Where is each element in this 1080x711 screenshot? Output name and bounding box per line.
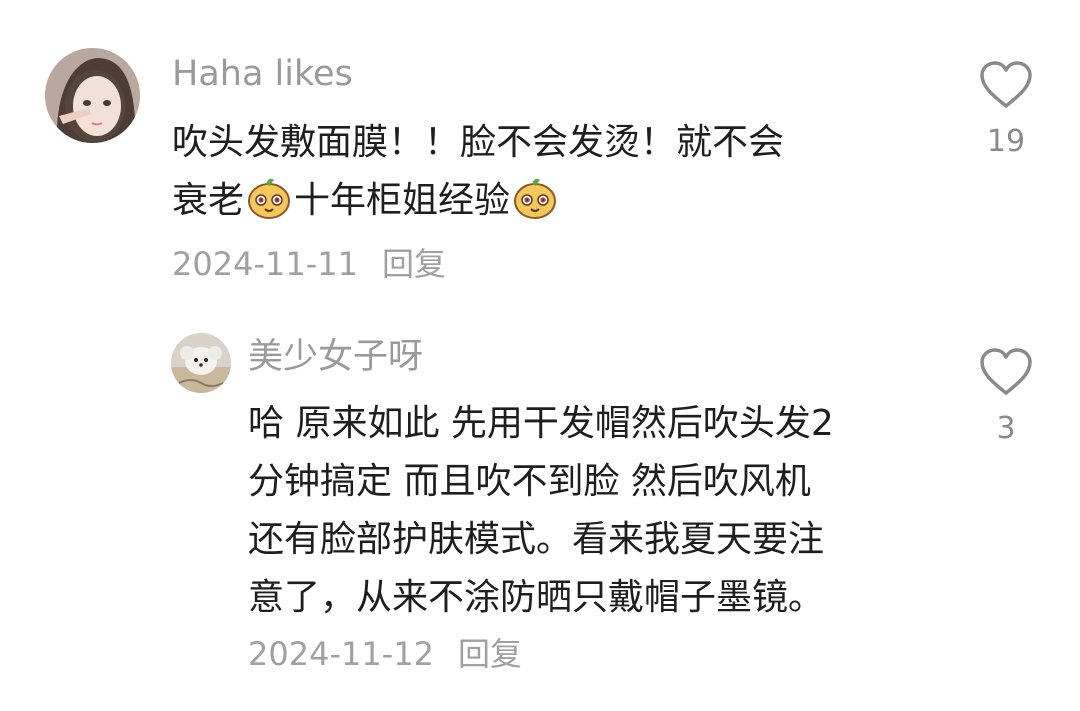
comment-date: 2024-11-11 [172, 245, 358, 283]
reply-comment-item: 美少女子呀 哈 原来如此 先用干发帽然后吹头发2 分钟搞定 而且吹不到脸 然后吹… [0, 320, 1080, 711]
comment-text-line: 分钟搞定 而且吹不到脸 然后吹风机 [248, 461, 811, 502]
comment-text: 哈 原来如此 先用干发帽然后吹头发2 分钟搞定 而且吹不到脸 然后吹风机 还有脸… [248, 395, 948, 627]
smiling-fruit-emoji-icon [512, 174, 558, 220]
like-count: 3 [996, 411, 1016, 446]
comment-text-line: 哈 原来如此 先用干发帽然后吹头发2 [248, 403, 834, 444]
avatar[interactable] [45, 48, 140, 143]
like-button[interactable]: 3 [966, 347, 1046, 447]
smiling-fruit-emoji-icon [246, 174, 292, 220]
comment-text-line: 还有脸部护肤模式。看来我夏天要注 [248, 519, 825, 560]
comment-text-line: 意了，从来不涂防晒只戴帽子墨镜。 [248, 577, 825, 618]
like-count: 19 [986, 124, 1026, 159]
comment-date: 2024-11-12 [248, 635, 434, 673]
comment-meta: 2024-11-11 回复 [172, 244, 446, 284]
heart-outline-icon [980, 61, 1032, 108]
avatar[interactable] [171, 333, 231, 393]
heart-outline-icon [980, 348, 1032, 395]
reply-button[interactable]: 回复 [382, 245, 446, 283]
comment-meta: 2024-11-12 回复 [248, 634, 522, 674]
like-button[interactable]: 19 [966, 60, 1046, 160]
reply-button[interactable]: 回复 [458, 635, 522, 673]
comment-text-segment: 衰老 [172, 180, 245, 221]
comment-username[interactable]: 美少女子呀 [248, 335, 423, 379]
comment-username[interactable]: Haha likes [172, 52, 353, 96]
comment-text-segment: 十年柜姐经验 [294, 180, 511, 221]
comment-text: 吹头发敷面膜！！脸不会发烫！就不会 衰老 十年柜姐经验 [172, 114, 932, 230]
comment-text-line: 吹头发敷面膜！！脸不会发烫！就不会 [172, 122, 785, 163]
comment-text-line: 衰老 十年柜姐经验 [172, 172, 932, 230]
comment-item: Haha likes 吹头发敷面膜！！脸不会发烫！就不会 衰老 十年柜姐经验 20… [0, 0, 1080, 300]
